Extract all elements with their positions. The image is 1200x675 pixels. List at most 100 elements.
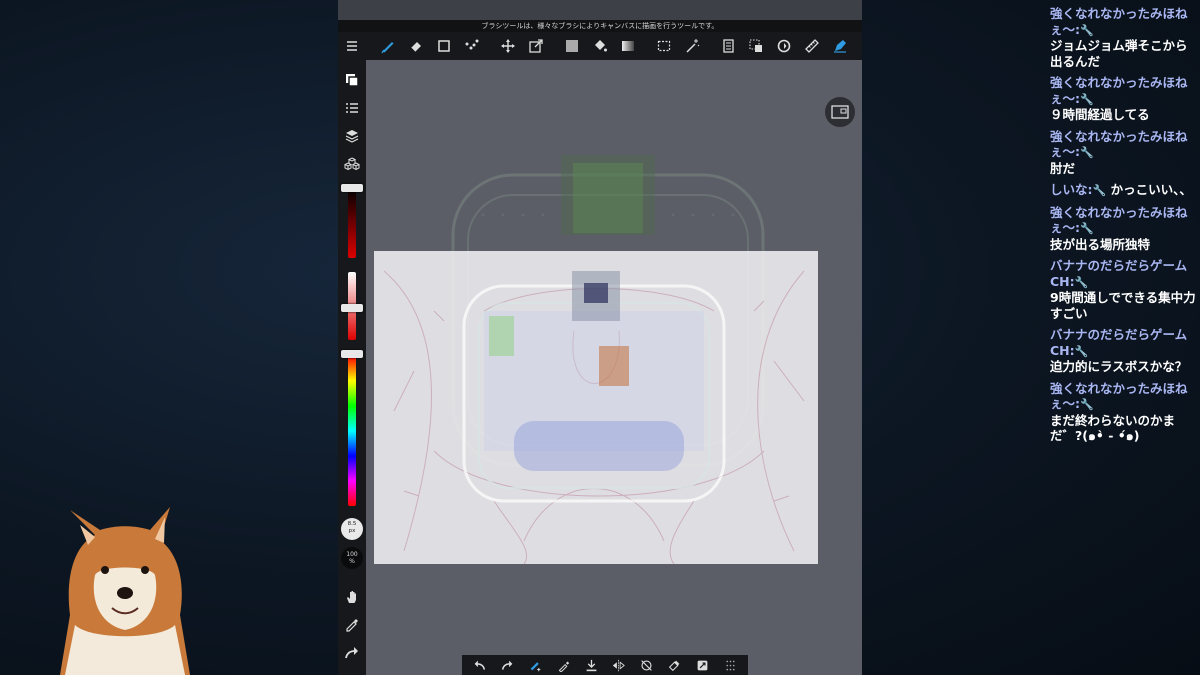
dot-tool-button[interactable]	[458, 32, 486, 60]
chat-message: 強くなれなかったみほねぇ〜:🔧 技が出る場所独特	[1050, 205, 1198, 253]
rotate-tool-button[interactable]	[770, 32, 798, 60]
transform-tool-button[interactable]	[522, 32, 550, 60]
clear-button[interactable]	[663, 655, 685, 675]
bottom-toolbar	[462, 655, 748, 675]
fullscreen-button[interactable]	[691, 655, 713, 675]
brush-tool-button[interactable]	[374, 32, 402, 60]
shape-tool-button[interactable]	[430, 32, 458, 60]
opacity-indicator[interactable]: 100 %	[341, 547, 363, 569]
wrench-icon: 🔧	[1080, 146, 1094, 159]
grid-menu-button[interactable]	[719, 655, 741, 675]
hamburger-menu-icon	[347, 41, 357, 51]
layers-button[interactable]	[338, 124, 366, 148]
undo-icon	[475, 660, 486, 670]
dots-icon	[465, 39, 479, 50]
brightness-slider[interactable]	[348, 188, 356, 258]
wrench-icon: 🔧	[1074, 344, 1089, 358]
flip-button[interactable]	[608, 655, 630, 675]
move-tool-button[interactable]	[494, 32, 522, 60]
redo-button[interactable]	[497, 655, 519, 675]
marquee-icon	[657, 40, 671, 52]
ruler-tool-button[interactable]	[798, 32, 826, 60]
save-down-button[interactable]	[580, 655, 602, 675]
brush-size-unit: px	[348, 528, 356, 534]
color-swap-button[interactable]	[338, 68, 366, 92]
bucket-icon	[595, 40, 607, 52]
opacity-value: 100	[346, 551, 358, 558]
hue-slider-knob[interactable]	[341, 350, 363, 358]
eyedropper-small-icon	[558, 660, 569, 672]
magic-wand-tool-button[interactable]	[678, 32, 706, 60]
eraser-icon	[410, 42, 421, 53]
navigator-icon	[831, 105, 849, 119]
pen-setting-button[interactable]	[826, 32, 854, 60]
ruler-icon	[805, 39, 819, 53]
brightness-slider-knob[interactable]	[341, 184, 363, 192]
wrench-icon: 🔧	[1080, 92, 1094, 106]
brush-icon	[381, 42, 394, 54]
left-sidebar: 8.5 px 100 %	[338, 60, 366, 675]
fill-square-icon	[566, 40, 578, 52]
hue-slider[interactable]	[348, 356, 356, 506]
brush-size-value: 8.5	[347, 521, 357, 527]
gradient-tool-button[interactable]	[614, 32, 642, 60]
chat-author: しいな:	[1050, 182, 1093, 197]
rotate-reset-button[interactable]	[636, 655, 658, 675]
redo-side-button[interactable]	[338, 641, 366, 665]
color-swap-icon	[346, 74, 359, 87]
streamer-avatar-dog	[60, 507, 190, 675]
undo-button[interactable]	[469, 655, 491, 675]
hand-icon	[347, 591, 356, 603]
wrench-icon: 🔧	[1074, 275, 1089, 289]
copy-tool-button[interactable]	[714, 32, 742, 60]
opacity-unit: %	[349, 558, 355, 565]
chat-author: 強くなれなかったみほねぇ〜:	[1050, 128, 1188, 160]
select-layer-button[interactable]	[742, 32, 770, 60]
select-tool-button[interactable]	[650, 32, 678, 60]
bucket-tool-button[interactable]	[586, 32, 614, 60]
chat-text: かっこいい、、	[1110, 182, 1192, 197]
chat-author: 強くなれなかったみほねぇ〜:	[1050, 204, 1188, 236]
brush-size-indicator[interactable]: 8.5 px	[341, 518, 363, 540]
chat-author: 強くなれなかったみほねぇ〜:	[1050, 75, 1188, 106]
magic-wand-icon	[686, 39, 700, 53]
chat-message: 強くなれなかったみほねぇ〜:🔧 まだ終わらないのかまだ゛?(๑•̀ - •́๑)	[1050, 381, 1198, 444]
wrench-icon: 🔧	[1080, 398, 1094, 411]
grid-dots-icon	[726, 660, 735, 670]
status-strip	[338, 0, 862, 20]
layers-icon	[345, 130, 359, 143]
materials-button[interactable]	[338, 152, 366, 176]
live-chat: 強くなれなかったみほねぇ〜:🔧 ジョムジョム弾そこから出るんだ 強くなれなかったみ…	[1050, 6, 1198, 450]
download-icon	[586, 659, 596, 671]
eraser-tool-button[interactable]	[402, 32, 430, 60]
chat-message: しいな:🔧 かっこいい、、	[1050, 182, 1198, 199]
saturation-slider-knob[interactable]	[341, 304, 363, 312]
brush-list-button[interactable]	[338, 96, 366, 120]
gradient-icon	[622, 41, 634, 51]
pen-nib-icon	[834, 40, 846, 53]
chat-text: 技が出る場所独特	[1050, 236, 1151, 252]
move-icon	[501, 39, 515, 53]
chat-author: バナナのだらだらゲームCH:	[1050, 258, 1188, 289]
expand-icon	[697, 660, 708, 670]
fill-color-button[interactable]	[558, 32, 586, 60]
rotate-icon	[777, 39, 791, 53]
chat-author: 強くなれなかったみほねぇ〜:	[1050, 6, 1188, 37]
menu-button[interactable]	[338, 32, 366, 60]
eraser-small-icon	[668, 660, 680, 671]
chat-text: 迫力的にラスボスかな？	[1050, 359, 1188, 374]
hand-tool-button[interactable]	[338, 585, 366, 609]
chat-message: 強くなれなかったみほねぇ〜:🔧 ９時間経過してる	[1050, 75, 1198, 123]
chat-message: バナナのだらだらゲームCH:🔧 迫力的にラスボスかな？	[1050, 327, 1198, 375]
brush-select-button[interactable]	[524, 655, 546, 675]
navigator-button[interactable]	[825, 97, 855, 127]
eyedropper-button[interactable]	[338, 613, 366, 637]
eyedropper-bottom-button[interactable]	[552, 655, 574, 675]
brush-plus-icon	[530, 661, 541, 671]
rotate-off-icon	[641, 659, 652, 671]
brush-list-icon	[346, 103, 358, 113]
pages-icon	[723, 39, 734, 53]
flip-icon	[613, 659, 626, 671]
chat-author: バナナのだらだらゲームCH:	[1050, 327, 1188, 358]
eyedropper-icon	[346, 619, 358, 632]
